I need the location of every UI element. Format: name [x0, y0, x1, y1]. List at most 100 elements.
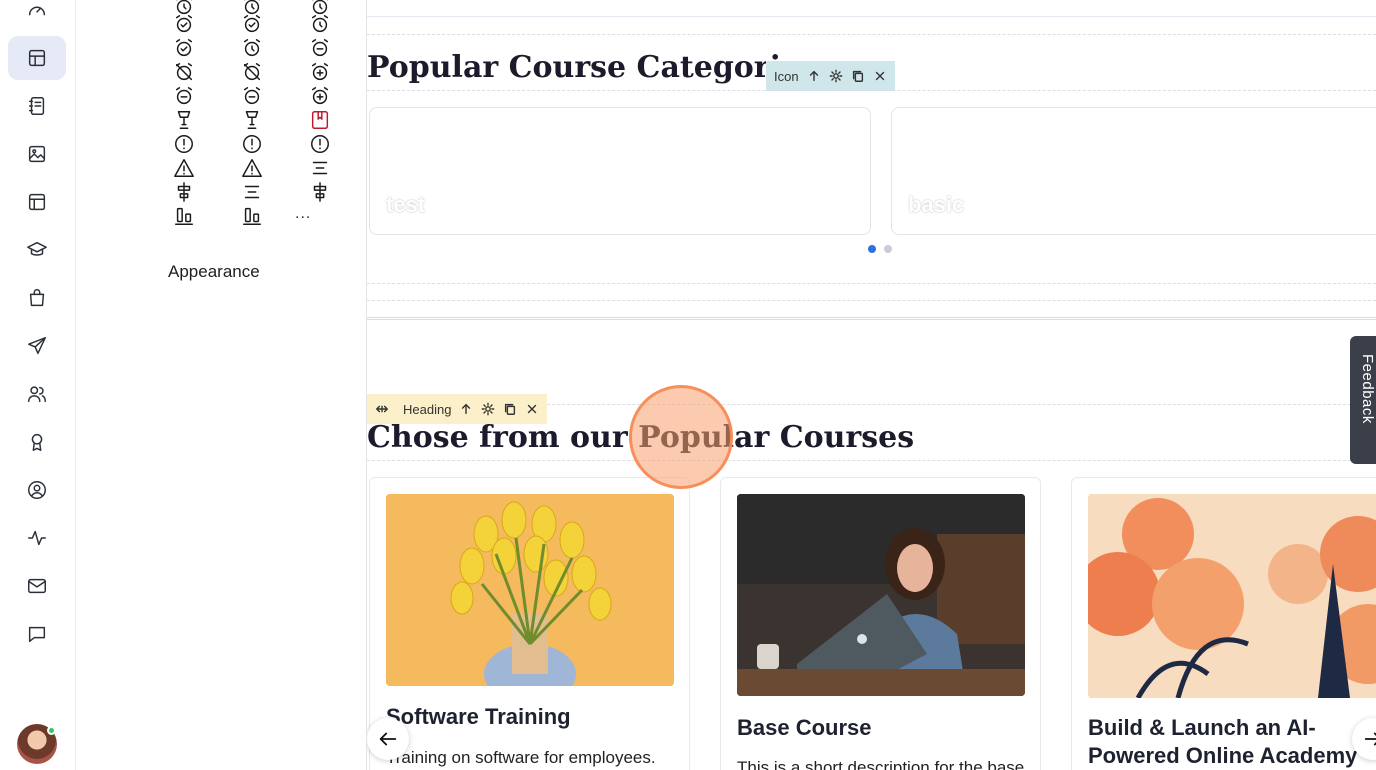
feedback-label: Feedback	[1359, 354, 1376, 424]
settings-panel: ... Appearance	[76, 0, 423, 770]
alarm-check-icon[interactable]	[172, 36, 196, 60]
woman-laptop-photo-image	[737, 494, 1025, 696]
user-circle-icon	[28, 481, 46, 499]
categories-section-title[interactable]: Popular Course Categories	[367, 50, 817, 85]
arrow-up-icon[interactable]	[459, 402, 473, 416]
duplicate-icon[interactable]	[503, 402, 517, 416]
course-thumbnail[interactable]	[737, 494, 1025, 696]
alarm-clock-icon[interactable]	[308, 12, 332, 36]
align-horizontal-icon[interactable]	[172, 180, 196, 204]
section-divider	[367, 90, 1376, 91]
section-divider	[367, 16, 1376, 17]
alarm-minus-icon[interactable]	[308, 36, 332, 60]
graduation-cap-icon	[27, 241, 47, 256]
close-icon[interactable]	[525, 402, 539, 416]
alarm-minus-icon[interactable]	[240, 84, 264, 108]
rail-email-button[interactable]	[8, 564, 66, 608]
alert-triangle-icon[interactable]	[172, 156, 196, 180]
course-title[interactable]: Build & Launch an AI-Powered Online Acad…	[1088, 714, 1376, 770]
left-nav-rail	[0, 0, 76, 770]
autumn-trees-illustration-image	[1088, 494, 1376, 698]
speedometer-icon	[28, 6, 46, 16]
mail-icon	[28, 578, 46, 594]
alarm-check-icon[interactable]	[172, 12, 196, 36]
lamp-icon[interactable]	[240, 108, 264, 132]
page-canvas: Popular Course Categories Icon test basi…	[367, 0, 1376, 770]
rail-users-button[interactable]	[8, 372, 66, 416]
alarm-minus-icon[interactable]	[172, 84, 196, 108]
alarm-check-icon[interactable]	[240, 12, 264, 36]
align-bottom-icon[interactable]	[240, 204, 264, 228]
arrow-left-icon	[379, 732, 397, 746]
users-icon	[28, 386, 46, 403]
alarm-plus-icon[interactable]	[308, 84, 332, 108]
rail-account-button[interactable]	[8, 468, 66, 512]
rail-analytics-button[interactable]	[8, 516, 66, 560]
alert-circle-icon[interactable]	[240, 132, 264, 156]
align-center-icon[interactable]	[240, 180, 264, 204]
drag-handle-icon[interactable]	[375, 402, 389, 416]
appearance-label: Appearance	[168, 262, 260, 281]
section-divider	[367, 460, 1376, 461]
icon-block-label: Icon	[774, 68, 799, 84]
feedback-tab[interactable]: Feedback	[1350, 336, 1376, 464]
course-card[interactable]: Software Training Training on software f…	[369, 477, 690, 770]
align-center-icon[interactable]	[308, 156, 332, 180]
alarm-clock-icon[interactable]	[240, 36, 264, 60]
alarm-plus-icon[interactable]	[308, 60, 332, 84]
category-card[interactable]: basic	[891, 107, 1376, 235]
category-label: basic	[908, 192, 965, 217]
lamp-icon[interactable]	[172, 108, 196, 132]
course-description: Training on software for employees.	[386, 748, 656, 767]
carousel-dot[interactable]	[884, 245, 892, 253]
arrow-up-icon[interactable]	[807, 69, 821, 83]
align-horizontal-icon[interactable]	[308, 180, 332, 204]
chat-bubble-icon	[28, 626, 46, 643]
table-layout-icon	[28, 193, 46, 211]
rail-shop-button[interactable]	[8, 276, 66, 320]
duplicate-icon[interactable]	[851, 69, 865, 83]
section-divider	[367, 283, 1376, 284]
rail-courses-button[interactable]	[8, 228, 66, 272]
alarm-off-icon[interactable]	[240, 60, 264, 84]
online-status-dot	[47, 726, 56, 735]
rail-templates-button[interactable]	[8, 180, 66, 224]
rail-campaigns-button[interactable]	[8, 324, 66, 368]
course-card[interactable]: Base Course This is a short description …	[720, 477, 1041, 770]
course-thumbnail[interactable]	[386, 494, 674, 686]
gear-icon[interactable]	[481, 402, 495, 416]
carousel-prev-button[interactable]	[367, 718, 409, 760]
rail-posts-button[interactable]	[8, 84, 66, 128]
rail-media-button[interactable]	[8, 132, 66, 176]
arrow-right-icon	[1364, 732, 1376, 746]
rail-dashboard-button[interactable]	[8, 0, 66, 32]
heading-block-label: Heading	[403, 401, 452, 417]
course-card[interactable]: Build & Launch an AI-Powered Online Acad…	[1071, 477, 1376, 770]
alert-circle-icon[interactable]	[308, 132, 332, 156]
alert-triangle-icon[interactable]	[240, 156, 264, 180]
course-title[interactable]: Software Training	[386, 703, 676, 731]
align-bottom-icon[interactable]	[172, 204, 196, 228]
send-icon	[28, 337, 46, 355]
gear-icon[interactable]	[829, 69, 843, 83]
course-title[interactable]: Base Course	[737, 714, 1027, 742]
category-card[interactable]: test	[369, 107, 871, 235]
more-icons-indicator: ...	[295, 205, 312, 222]
course-description: This is a short description for the base	[737, 758, 1025, 770]
alarm-off-icon[interactable]	[172, 60, 196, 84]
icon-picker-grid	[158, 0, 398, 230]
app-window: ... Appearance Popular Course Categories…	[0, 0, 1376, 770]
course-thumbnail[interactable]	[1088, 494, 1376, 698]
layout-icon	[28, 49, 46, 67]
section-divider	[367, 300, 1376, 301]
rail-pages-button[interactable]	[8, 36, 66, 80]
close-icon[interactable]	[873, 69, 887, 83]
image-icon	[28, 145, 46, 163]
album-icon[interactable]	[308, 108, 332, 132]
alert-circle-icon[interactable]	[172, 132, 196, 156]
section-divider	[367, 317, 1376, 320]
courses-section-title[interactable]: Chose from our Popular Courses	[367, 420, 914, 455]
rail-certificates-button[interactable]	[8, 420, 66, 464]
rail-messages-button[interactable]	[8, 612, 66, 656]
carousel-dot-active[interactable]	[868, 245, 876, 253]
